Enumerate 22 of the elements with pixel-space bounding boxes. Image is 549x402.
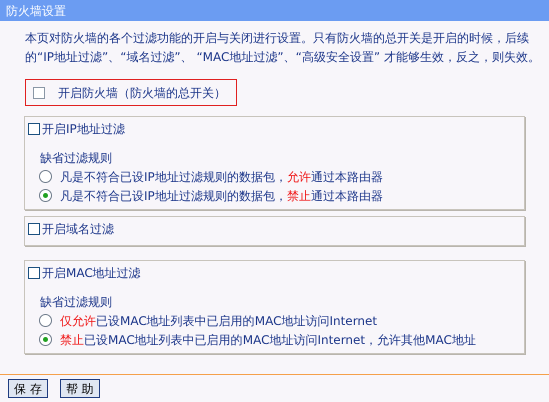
checkbox-label: 开启域名过滤 [42, 221, 114, 238]
radio-label: 凡是不符合已设IP地址过滤规则的数据包，禁止通过本路由器 [60, 188, 383, 204]
checkbox[interactable] [28, 123, 40, 135]
rules-label: 缺省过滤规则 [40, 150, 113, 167]
intro-text: 本页对防火墙的各个过滤功能的开启与关闭进行设置。只有防火墙的总开关是开启的时候，后续的“IP地址过滤”、“域名过滤”、 “MAC地址过滤”、“高级安全设置” 才能够生效，反之，则失效。 [25, 30, 540, 66]
page-title: 防火墙设置 [6, 2, 66, 20]
radio-button[interactable] [39, 189, 52, 202]
radio-button[interactable] [39, 333, 52, 346]
checkbox-label: 开启IP地址过滤 [42, 121, 125, 138]
rules-label: 缺省过滤规则 [40, 294, 113, 311]
radio-label: 禁止已设MAC地址列表中已启用的MAC地址访问Internet，允许其他MAC地址 [60, 332, 476, 348]
form-button[interactable]: 保 存 [8, 379, 48, 398]
checkbox[interactable] [28, 223, 40, 235]
radio-button[interactable] [39, 170, 52, 183]
radio-button[interactable] [39, 314, 52, 327]
checkbox[interactable] [28, 267, 40, 279]
checkbox-label: 开启防火墙（防火墙的总开关） [58, 84, 226, 102]
radio-label: 凡是不符合已设IP地址过滤规则的数据包，允许通过本路由器 [60, 168, 383, 186]
checkbox[interactable] [33, 86, 45, 98]
checkbox-label: 开启MAC地址过滤 [42, 265, 141, 282]
form-button[interactable]: 帮 助 [60, 379, 100, 398]
radio-label: 仅允许已设MAC地址列表中已启用的MAC地址访问Internet [60, 312, 378, 330]
